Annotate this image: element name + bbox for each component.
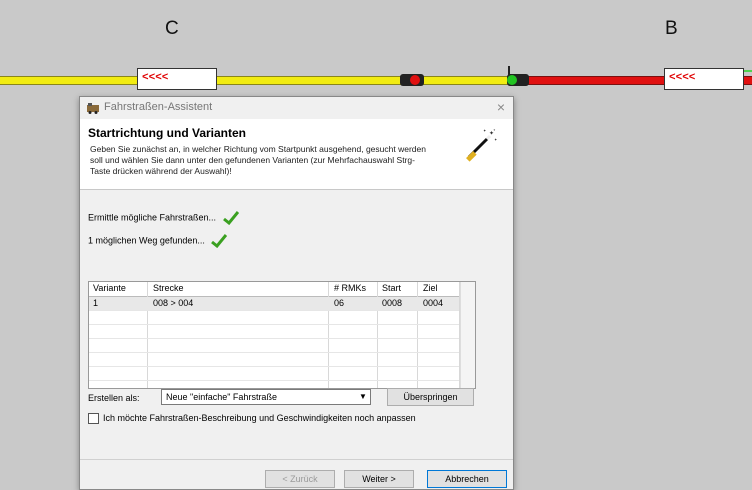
column-header-strecke[interactable]: Strecke	[153, 283, 184, 293]
create-as-label: Erstellen als:	[88, 393, 140, 403]
column-header-ziel[interactable]: Ziel	[423, 283, 438, 293]
table-row-empty	[89, 339, 459, 353]
dialog-titlebar[interactable]: Fahrstraßen-Assistent ×	[80, 97, 513, 119]
footer-divider	[80, 459, 513, 460]
track-yellow[interactable]	[0, 76, 510, 85]
dropdown-arrow-icon[interactable]: ▼	[356, 390, 370, 404]
signal-1-red-lamp	[410, 75, 420, 85]
signal-2-mast	[508, 66, 510, 75]
status-found-text: 1 möglichen Weg gefunden...	[88, 235, 205, 246]
signal-2-green-lamp	[507, 75, 517, 85]
header-title: Startrichtung und Varianten	[88, 126, 247, 140]
back-button[interactable]: < Zurück	[265, 470, 335, 488]
status-found: 1 möglichen Weg gefunden...	[88, 234, 228, 248]
cell-rmks: 06	[334, 298, 345, 308]
status-searching: Ermittle mögliche Fahrstraßen...	[88, 211, 239, 225]
column-header-rmks[interactable]: # RMKs	[334, 283, 366, 293]
section-label-b: B	[665, 18, 678, 39]
adjust-checkbox-row[interactable]: Ich möchte Fahrstraßen-Beschreibung und …	[88, 413, 416, 425]
dialog-title: Fahrstraßen-Assistent	[104, 101, 213, 113]
cancel-button[interactable]: Abbrechen	[427, 470, 507, 488]
create-as-select[interactable]: Neue "einfache" Fahrstraße ▼	[161, 389, 371, 405]
route-assistant-dialog: Fahrstraßen-Assistent × Startrichtung un…	[79, 96, 514, 490]
header-description: Geben Sie zunächst an, in welcher Richtu…	[90, 144, 426, 176]
svg-text:✦: ✦	[483, 128, 487, 133]
checkmark-icon	[222, 211, 239, 225]
dialog-header: Startrichtung und Varianten Geben Sie zu…	[80, 119, 513, 190]
adjust-checkbox-label[interactable]: Ich möchte Fahrstraßen-Beschreibung und …	[103, 413, 416, 423]
column-header-start[interactable]: Start	[382, 283, 401, 293]
section-label-c: C	[165, 18, 179, 39]
cell-strecke: 008 > 004	[153, 298, 194, 308]
table-row[interactable]: 1 008 > 004 06 0008 0004	[89, 297, 459, 311]
table-row-empty	[89, 367, 459, 381]
adjust-checkbox[interactable]	[88, 413, 99, 425]
column-header-variante[interactable]: Variante	[93, 283, 126, 293]
cell-ziel: 0004	[423, 298, 444, 308]
skip-button[interactable]: Überspringen	[387, 388, 474, 406]
table-row-empty	[89, 311, 459, 325]
variants-table[interactable]: Variante Strecke # RMKs Start Ziel 1 008…	[88, 281, 476, 389]
table-row-empty	[89, 353, 459, 367]
table-row-empty	[89, 325, 459, 339]
cell-start: 0008	[382, 298, 403, 308]
checkmark-icon	[211, 234, 228, 248]
close-icon[interactable]: ×	[497, 99, 505, 115]
block-label-left[interactable]: <<<<	[137, 68, 217, 90]
next-button[interactable]: Weiter >	[344, 470, 414, 488]
svg-text:✦: ✦	[494, 137, 498, 142]
create-as-select-value: Neue "einfache" Fahrstraße	[166, 392, 277, 402]
app-icon	[87, 103, 99, 114]
status-searching-text: Ermittle mögliche Fahrstraßen...	[88, 212, 217, 223]
svg-text:✦: ✦	[493, 128, 496, 132]
cell-variante: 1	[93, 298, 99, 308]
magic-wand-icon: ✦ ✦ ✦ ✦	[466, 128, 498, 162]
block-label-right[interactable]: <<<<	[664, 68, 744, 90]
table-scrollbar[interactable]	[460, 282, 475, 388]
